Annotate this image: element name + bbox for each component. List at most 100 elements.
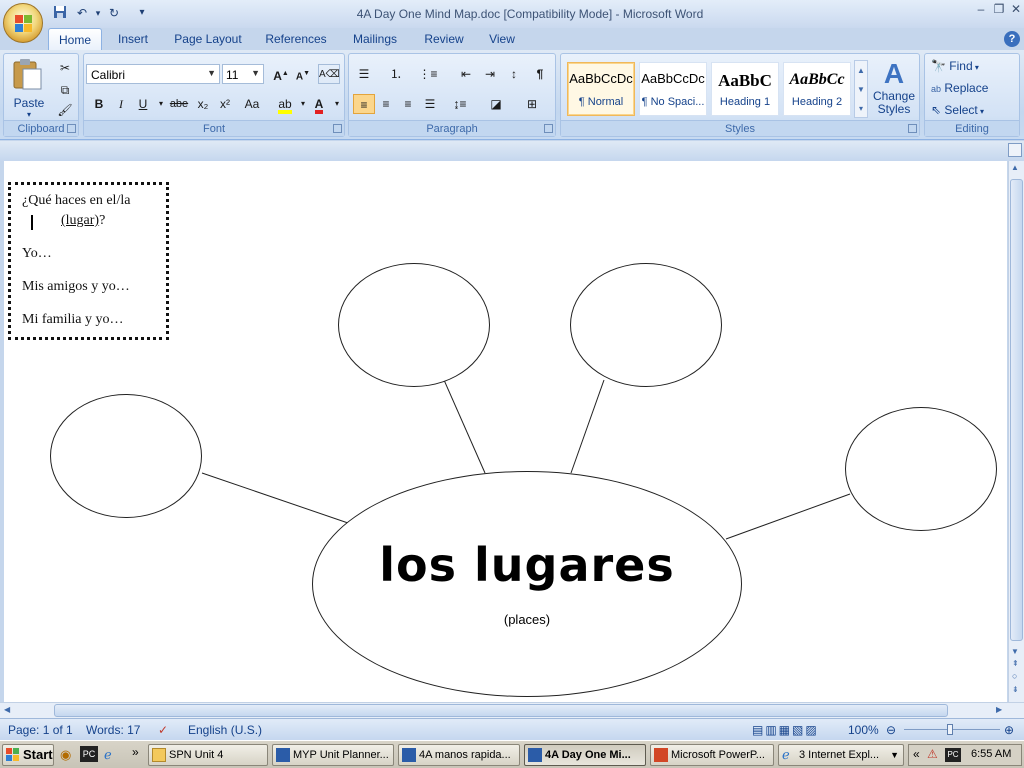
- vertical-scrollbar[interactable]: ▲ ▼ ⇞ ○ ⇟: [1008, 161, 1024, 702]
- previous-page-icon[interactable]: ⇞: [1012, 659, 1019, 668]
- tray-expand-icon[interactable]: «: [913, 747, 920, 761]
- replace-button[interactable]: ab Replace: [931, 81, 1017, 101]
- bubble-top-left[interactable]: [338, 263, 490, 387]
- borders-icon[interactable]: ⊞: [521, 94, 543, 114]
- font-size-dropdown-icon[interactable]: ▼: [251, 68, 260, 78]
- restore-button[interactable]: ❐: [990, 2, 1008, 18]
- task-internet-explorer-group[interactable]: ℯ 3 Internet Expl... ▼: [778, 744, 904, 766]
- zoom-slider-thumb[interactable]: [947, 724, 953, 735]
- format-painter-icon[interactable]: 🖌: [54, 100, 76, 120]
- undo-icon[interactable]: ↶: [74, 5, 90, 21]
- prompt-box[interactable]: ¿Qué haces en el/la (lugar)? Yo… Mis ami…: [8, 182, 169, 340]
- save-icon[interactable]: [52, 5, 68, 21]
- increase-indent-icon[interactable]: ⇥: [479, 64, 501, 84]
- styles-scroll[interactable]: ▲ ▼ ▾: [854, 60, 868, 118]
- task-4a-manos-rapida[interactable]: 4A manos rapida...: [398, 744, 520, 766]
- tab-mailings[interactable]: Mailings: [344, 28, 406, 50]
- align-left-icon[interactable]: ≡: [353, 94, 375, 114]
- clear-formatting-icon[interactable]: A⌫: [318, 64, 340, 84]
- style-no-spacing[interactable]: AaBbCcDc ¶ No Spaci...: [639, 62, 707, 116]
- zoom-level[interactable]: 100%: [848, 723, 879, 737]
- page-count[interactable]: Page: 1 of 1: [8, 723, 73, 737]
- zoom-in-icon[interactable]: ⊕: [1004, 723, 1014, 737]
- clock[interactable]: 6:55 AM: [971, 748, 1011, 760]
- decrease-indent-icon[interactable]: ⇤: [455, 64, 477, 84]
- find-button[interactable]: 🔭 Find ▾: [931, 59, 1017, 79]
- scroll-up-icon[interactable]: ▲: [1011, 163, 1019, 172]
- tab-review[interactable]: Review: [418, 28, 470, 50]
- cut-icon[interactable]: ✂: [54, 58, 76, 78]
- tab-page-layout[interactable]: Page Layout: [168, 28, 248, 50]
- paste-button[interactable]: Paste ▾: [10, 57, 48, 119]
- styles-launcher-icon[interactable]: [908, 124, 917, 133]
- sort-icon[interactable]: ↕: [503, 64, 525, 84]
- quicklaunch-firefox-icon[interactable]: ◉: [60, 747, 71, 763]
- superscript-button[interactable]: x²: [214, 94, 236, 114]
- task-myp-unit-planner[interactable]: MYP Unit Planner...: [272, 744, 394, 766]
- document-page[interactable]: ¿Qué haces en el/la (lugar)? Yo… Mis ami…: [4, 161, 1007, 702]
- paragraph-launcher-icon[interactable]: [544, 124, 553, 133]
- quicklaunch-ie-icon[interactable]: ℯ: [104, 747, 112, 763]
- show-formatting-icon[interactable]: ¶: [529, 64, 551, 84]
- font-launcher-icon[interactable]: [333, 124, 342, 133]
- font-color-dropdown-icon[interactable]: ▾: [326, 94, 348, 114]
- font-name-box[interactable]: Calibri ▼: [86, 64, 220, 84]
- minimize-button[interactable]: –: [972, 2, 990, 18]
- task-4a-day-one-mind-map[interactable]: 4A Day One Mi...: [524, 744, 646, 766]
- bubble-left[interactable]: [50, 394, 202, 518]
- tab-home[interactable]: Home: [48, 28, 102, 50]
- quicklaunch-more-icon[interactable]: »: [132, 745, 139, 759]
- scroll-down-icon[interactable]: ▼: [1011, 647, 1019, 656]
- view-buttons-icon[interactable]: ▤▥▦▧▨: [752, 723, 819, 737]
- word-count[interactable]: Words: 17: [86, 723, 140, 737]
- tab-insert[interactable]: Insert: [108, 28, 158, 50]
- shading-icon[interactable]: ◪: [485, 94, 507, 114]
- proofing-icon[interactable]: ✓: [158, 723, 168, 737]
- horizontal-scrollbar[interactable]: ◀ ▶: [0, 702, 1024, 718]
- tab-view[interactable]: View: [482, 28, 522, 50]
- align-center-icon[interactable]: ≡: [375, 94, 397, 114]
- change-case-button[interactable]: Aa: [238, 94, 266, 114]
- language-indicator[interactable]: English (U.S.): [188, 723, 262, 737]
- quicklaunch-pc-icon[interactable]: PC: [80, 746, 98, 762]
- zoom-out-icon[interactable]: ⊖: [886, 723, 896, 737]
- font-size-box[interactable]: 11 ▼: [222, 64, 264, 84]
- paste-dropdown-icon[interactable]: ▾: [10, 110, 48, 119]
- bubble-top-right[interactable]: [570, 263, 722, 387]
- style-heading-1[interactable]: AaBbC Heading 1: [711, 62, 779, 116]
- scroll-right-icon[interactable]: ▶: [996, 705, 1002, 714]
- clipboard-launcher-icon[interactable]: [67, 124, 76, 133]
- customize-qat-icon[interactable]: ▾: [134, 5, 150, 21]
- justify-icon[interactable]: ☰: [419, 94, 441, 114]
- bold-button[interactable]: B: [88, 94, 110, 114]
- next-page-icon[interactable]: ⇟: [1012, 685, 1019, 694]
- vertical-scroll-thumb[interactable]: [1010, 179, 1023, 641]
- start-button[interactable]: Start: [2, 744, 54, 766]
- numbering-icon[interactable]: ⒈: [385, 64, 407, 84]
- browse-object-icon[interactable]: ○: [1012, 671, 1017, 681]
- style-heading-2[interactable]: AaBbCc Heading 2: [783, 62, 851, 116]
- multilevel-list-icon[interactable]: ⋮≡: [417, 64, 439, 84]
- center-bubble[interactable]: los lugares (places): [312, 471, 742, 697]
- scroll-left-icon[interactable]: ◀: [4, 705, 10, 714]
- style-normal[interactable]: AaBbCcDc ¶ Normal: [567, 62, 635, 116]
- close-button[interactable]: ✕: [1007, 2, 1024, 18]
- task-microsoft-powerpoint[interactable]: Microsoft PowerP...: [650, 744, 774, 766]
- line-spacing-icon[interactable]: ↨≡: [449, 94, 471, 114]
- help-icon[interactable]: ?: [1004, 31, 1020, 47]
- tray-pc-icon[interactable]: PC: [945, 748, 961, 762]
- change-styles-button[interactable]: A Change Styles: [871, 58, 917, 120]
- tray-network-icon[interactable]: ⚠: [927, 747, 938, 761]
- office-button[interactable]: [3, 3, 43, 43]
- task-spn-unit-4[interactable]: SPN Unit 4: [148, 744, 268, 766]
- font-name-dropdown-icon[interactable]: ▼: [207, 68, 216, 78]
- redo-icon[interactable]: ↻: [106, 5, 122, 21]
- copy-icon[interactable]: ⧉: [54, 80, 76, 100]
- italic-button[interactable]: I: [110, 94, 132, 114]
- group-dropdown-icon[interactable]: ▼: [890, 745, 899, 765]
- bubble-right[interactable]: [845, 407, 997, 531]
- align-right-icon[interactable]: ≡: [397, 94, 419, 114]
- strikethrough-button[interactable]: abe: [168, 94, 190, 114]
- horizontal-scroll-thumb[interactable]: [54, 704, 948, 717]
- grow-font-icon[interactable]: A▲: [270, 64, 292, 84]
